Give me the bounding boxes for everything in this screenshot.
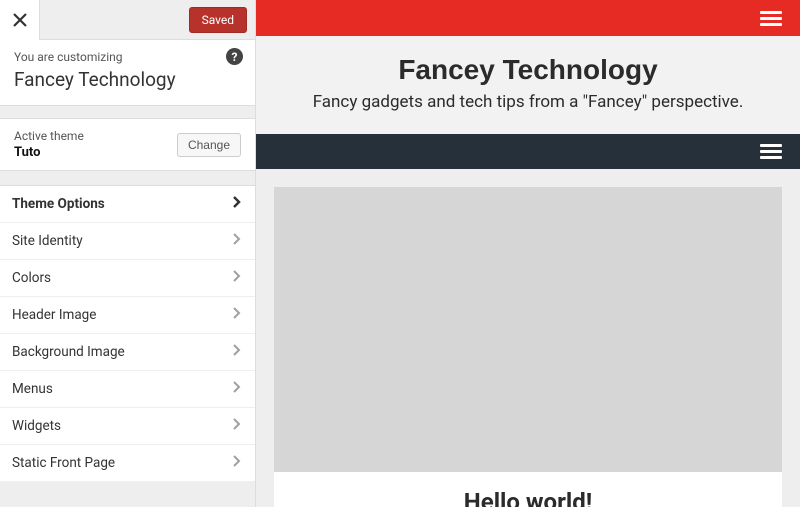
saved-status-button: Saved bbox=[189, 7, 247, 33]
hamburger-icon bbox=[760, 17, 782, 20]
preview-content: Hello world! bbox=[256, 169, 800, 507]
section-label: Site Identity bbox=[12, 233, 83, 249]
section-label: Menus bbox=[12, 381, 53, 397]
section-menus[interactable]: Menus bbox=[0, 371, 255, 408]
section-label: Theme Options bbox=[12, 196, 105, 212]
section-static-front-page[interactable]: Static Front Page bbox=[0, 445, 255, 482]
chevron-right-icon bbox=[233, 307, 241, 323]
customizer-section-list: Theme Options Site Identity Colors Heade… bbox=[0, 185, 255, 482]
section-label: Background Image bbox=[12, 344, 125, 360]
customizer-sidebar: Saved You are customizing Fancey Technol… bbox=[0, 0, 256, 507]
hamburger-icon bbox=[760, 144, 782, 147]
chevron-right-icon bbox=[233, 233, 241, 249]
chevron-right-icon bbox=[233, 455, 241, 471]
section-label: Static Front Page bbox=[12, 455, 115, 471]
theme-info: Active theme Tuto bbox=[14, 129, 84, 160]
sidebar-topbar: Saved bbox=[0, 0, 255, 40]
hamburger-icon bbox=[760, 150, 782, 153]
featured-image-placeholder bbox=[274, 187, 782, 472]
chevron-right-icon bbox=[233, 381, 241, 397]
section-theme-options[interactable]: Theme Options bbox=[0, 186, 255, 223]
section-header-image[interactable]: Header Image bbox=[0, 297, 255, 334]
section-site-identity[interactable]: Site Identity bbox=[0, 223, 255, 260]
preview-pane: Fancey Technology Fancy gadgets and tech… bbox=[256, 0, 800, 507]
hamburger-icon bbox=[760, 156, 782, 159]
active-theme-section: Active theme Tuto Change bbox=[0, 118, 255, 171]
chevron-right-icon bbox=[233, 418, 241, 434]
sidebar-header: You are customizing Fancey Technology ? bbox=[0, 40, 255, 106]
section-label: Colors bbox=[12, 270, 51, 286]
customizing-title: Fancey Technology bbox=[14, 68, 241, 91]
section-widgets[interactable]: Widgets bbox=[0, 408, 255, 445]
post-title[interactable]: Hello world! bbox=[274, 488, 782, 507]
active-theme-label: Active theme bbox=[14, 129, 84, 143]
preview-nav bbox=[256, 134, 800, 169]
site-title[interactable]: Fancey Technology bbox=[276, 54, 780, 86]
change-theme-button[interactable]: Change bbox=[177, 133, 241, 157]
chevron-right-icon bbox=[233, 270, 241, 286]
preview-header: Fancey Technology Fancy gadgets and tech… bbox=[256, 36, 800, 134]
post-card: Hello world! bbox=[274, 187, 782, 507]
section-label: Header Image bbox=[12, 307, 96, 323]
site-tagline: Fancy gadgets and tech tips from a "Fanc… bbox=[276, 92, 780, 112]
hamburger-menu-top[interactable] bbox=[760, 8, 782, 29]
hamburger-icon bbox=[760, 11, 782, 14]
close-button[interactable] bbox=[0, 0, 40, 40]
chevron-right-icon bbox=[233, 344, 241, 360]
section-label: Widgets bbox=[12, 418, 61, 434]
section-background-image[interactable]: Background Image bbox=[0, 334, 255, 371]
customizing-intro: You are customizing bbox=[14, 50, 241, 64]
chevron-right-icon bbox=[233, 196, 241, 212]
help-icon[interactable]: ? bbox=[226, 48, 243, 65]
hamburger-icon bbox=[760, 23, 782, 26]
section-colors[interactable]: Colors bbox=[0, 260, 255, 297]
close-icon bbox=[13, 13, 27, 27]
preview-topbar bbox=[256, 0, 800, 36]
hamburger-menu-nav[interactable] bbox=[760, 141, 782, 162]
active-theme-name: Tuto bbox=[14, 145, 84, 160]
